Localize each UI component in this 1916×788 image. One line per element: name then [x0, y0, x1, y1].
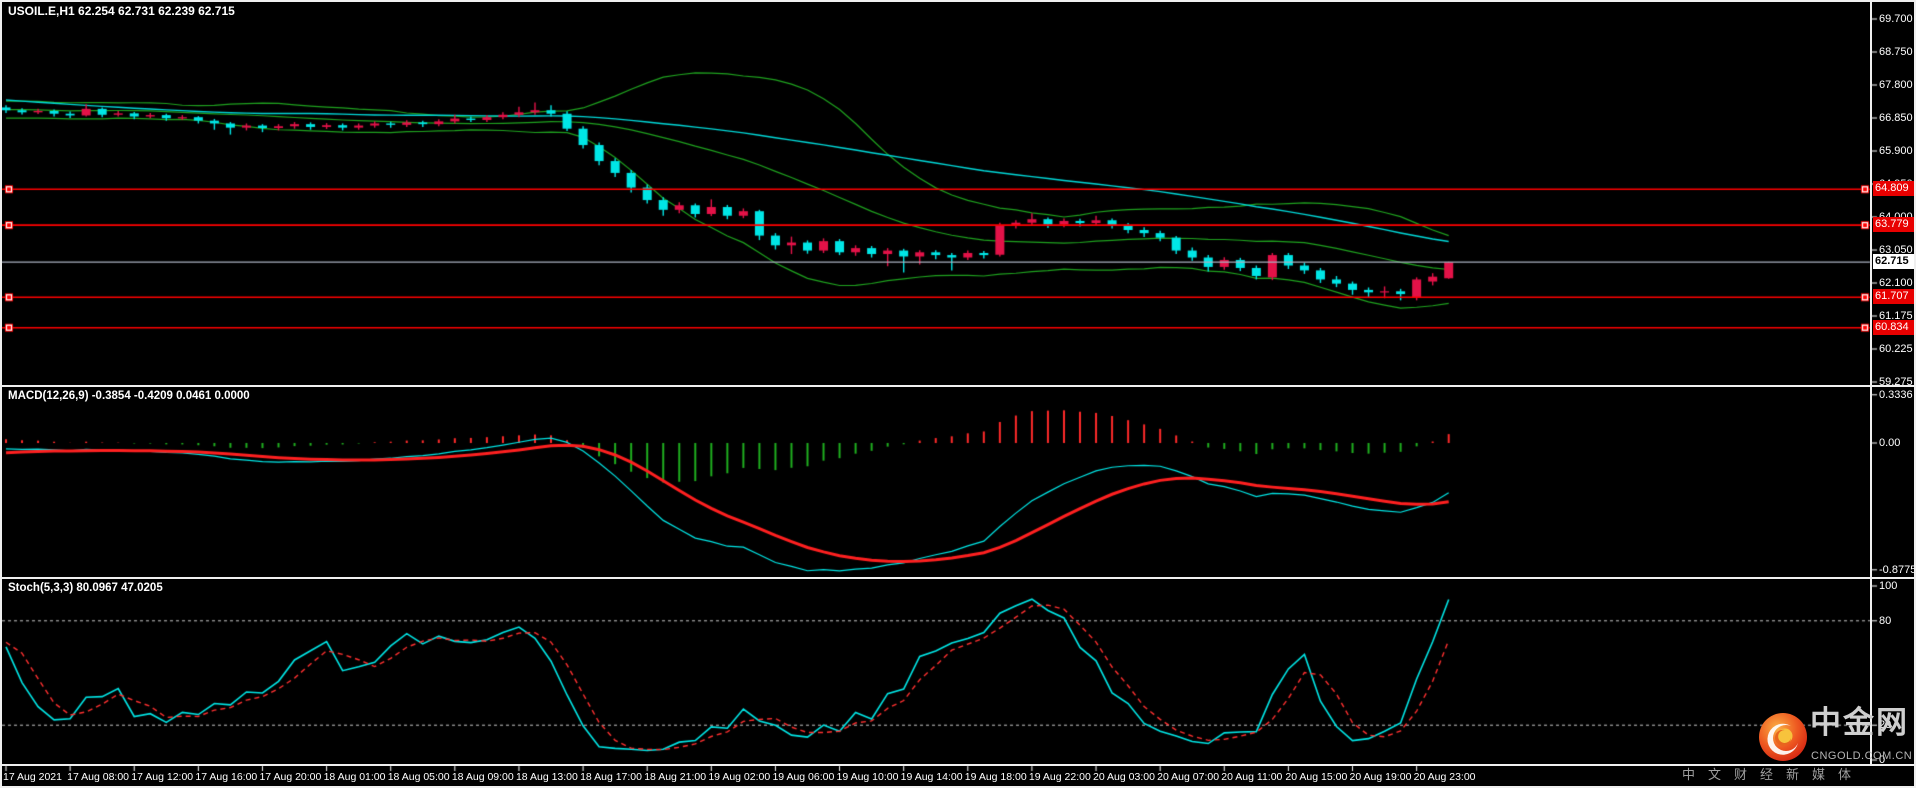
watermark-tagline: 中文财经新媒体	[1682, 767, 1865, 782]
chart-title: USOIL.E,H1 62.254 62.731 62.239 62.715	[8, 4, 235, 18]
time-axis-label: 17 Aug 16:00	[195, 771, 258, 783]
separator-main-macd[interactable]	[0, 385, 1916, 387]
price-axis-label: 60.225	[1879, 343, 1913, 355]
current-price-label: 62.715	[1873, 254, 1916, 270]
frame-left	[0, 0, 2, 788]
stoch-axis-label: 100	[1879, 580, 1898, 592]
chart-canvas[interactable]	[0, 0, 1916, 788]
macd-axis-label: -0.8775	[1879, 563, 1916, 576]
time-axis-label: 19 Aug 02:00	[708, 771, 771, 783]
time-axis-label: 18 Aug 09:00	[451, 771, 514, 783]
price-level-label[interactable]: 64.809	[1873, 181, 1916, 197]
price-level-label[interactable]: 60.834	[1873, 319, 1916, 335]
time-axis-label: 20 Aug 11:00	[1221, 771, 1283, 783]
time-axis-label: 18 Aug 01:00	[323, 771, 386, 783]
watermark-domain: CNGOLD.COM.CN	[1811, 750, 1913, 762]
macd-axis-label: 0.3336	[1879, 388, 1913, 401]
stoch-axis-label: 80	[1879, 614, 1892, 627]
price-axis-label: 67.800	[1879, 79, 1913, 91]
time-axis-label: 18 Aug 13:00	[515, 771, 578, 783]
time-axis-label: 19 Aug 10:00	[836, 771, 899, 783]
price-axis-label: 62.100	[1879, 277, 1913, 289]
macd-indicator-label: MACD(12,26,9) -0.3854 -0.4209 0.0461 0.0…	[8, 390, 250, 402]
time-axis-label: 18 Aug 21:00	[644, 771, 707, 783]
price-axis-label: 69.700	[1879, 13, 1913, 25]
price-axis-label: 66.850	[1879, 112, 1913, 124]
macd-axis-label: 0.00	[1879, 437, 1901, 449]
time-axis-label: 20 Aug 23:00	[1413, 771, 1476, 783]
time-axis-label: 20 Aug 07:00	[1157, 771, 1220, 783]
time-axis-label: 19 Aug 22:00	[1028, 771, 1091, 783]
price-axis-label: 68.750	[1879, 46, 1913, 58]
time-axis-label: 20 Aug 15:00	[1285, 771, 1348, 783]
cngold-logo-icon	[1759, 713, 1807, 761]
price-level-label[interactable]: 63.779	[1873, 217, 1916, 233]
time-axis-label: 19 Aug 18:00	[964, 771, 1027, 783]
watermark-brand: 中金网	[1810, 705, 1909, 740]
time-axis-label: 20 Aug 03:00	[1093, 771, 1155, 783]
chart-window: USOIL.E,H1 62.254 62.731 62.239 62.715 M…	[0, 0, 1916, 788]
time-axis-label: 20 Aug 19:00	[1349, 771, 1412, 783]
separator-macd-stoch[interactable]	[0, 577, 1916, 579]
price-axis-label: 59.275	[1879, 376, 1913, 388]
time-axis-label: 19 Aug 14:00	[900, 771, 963, 783]
time-axis-label: 17 Aug 2021	[3, 771, 62, 783]
stoch-indicator-label: Stoch(5,3,3) 80.0967 47.0205	[8, 582, 163, 594]
time-axis-label: 17 Aug 20:00	[259, 771, 322, 783]
time-axis-label: 18 Aug 05:00	[387, 771, 450, 783]
time-axis-label: 17 Aug 12:00	[131, 771, 194, 783]
price-axis-border	[1870, 0, 1872, 766]
price-level-label[interactable]: 61.707	[1873, 289, 1916, 305]
separator-time-axis	[0, 764, 1916, 766]
frame-top	[0, 0, 1916, 2]
time-axis-label: 18 Aug 17:00	[580, 771, 642, 783]
time-axis-label: 17 Aug 08:00	[67, 771, 130, 783]
time-axis-label: 19 Aug 06:00	[772, 771, 835, 783]
price-axis-label: 65.900	[1879, 145, 1913, 157]
